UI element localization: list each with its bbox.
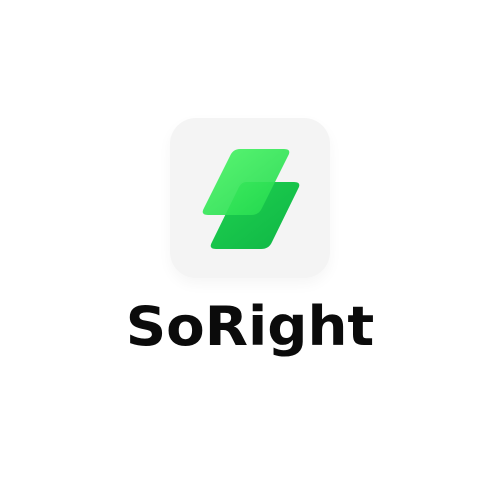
brand-wordmark: SoRight xyxy=(125,295,375,358)
soright-logo-icon xyxy=(202,149,300,249)
app-icon-tile xyxy=(170,118,330,278)
logo-canvas: SoRight xyxy=(0,0,500,500)
